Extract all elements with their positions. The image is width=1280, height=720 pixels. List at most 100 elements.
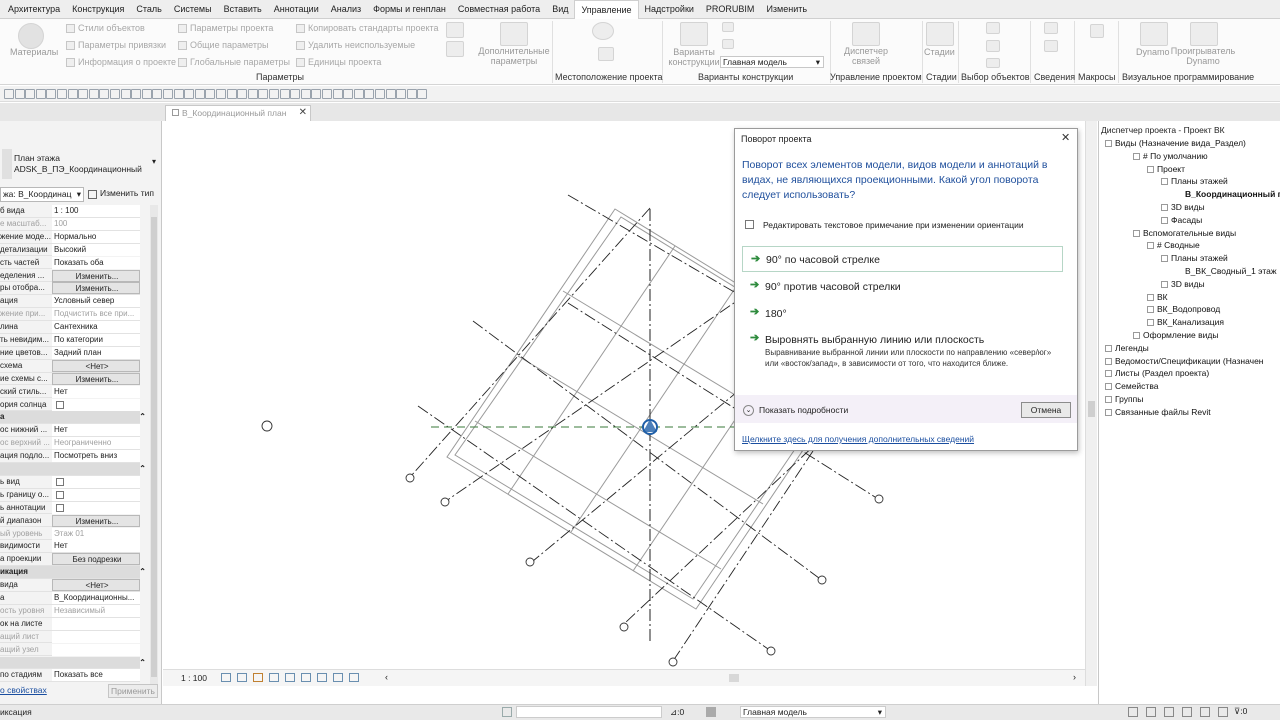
sun-path-icon[interactable] (253, 673, 263, 682)
drag-elements-icon[interactable] (1200, 707, 1210, 717)
property-group-header[interactable]: ⌃ (0, 656, 146, 670)
instance-filter-select[interactable]: жа: В_Координац ▾ (0, 187, 84, 202)
property-value[interactable]: 1 : 100 (52, 205, 140, 217)
dynamo-icon[interactable] (1140, 22, 1168, 46)
quick-access-icon[interactable] (406, 89, 417, 99)
visual-style-icon[interactable] (237, 673, 247, 682)
property-value[interactable] (52, 643, 140, 656)
option-pick-icon[interactable] (722, 39, 734, 49)
tree-toggle-icon[interactable] (1161, 255, 1168, 263)
tree-node[interactable]: Фасады (1171, 215, 1202, 225)
quick-access-icon[interactable] (322, 89, 332, 99)
tree-node[interactable]: Листы (Раздел проекта) (1115, 368, 1209, 378)
quick-access-icon[interactable] (163, 89, 173, 99)
scrollbar-thumb[interactable] (151, 217, 157, 677)
horizontal-scrollbar-thumb[interactable] (729, 674, 739, 682)
ribbon-tab[interactable]: Совместная работа (452, 0, 546, 19)
property-checkbox-cell[interactable] (52, 501, 140, 514)
property-checkbox-cell[interactable] (52, 398, 140, 411)
ribbon-tab[interactable]: Управление (574, 0, 639, 19)
property-edit-button[interactable]: Изменить... (52, 282, 140, 295)
detail-level-icon[interactable] (221, 673, 231, 682)
tree-node[interactable]: Оформление виды (1143, 330, 1218, 340)
property-edit-button[interactable]: Без подрезки (52, 553, 140, 566)
quick-access-icon[interactable] (14, 89, 25, 99)
property-value[interactable]: Нет (52, 540, 140, 553)
tree-node[interactable]: Планы этажей (1171, 253, 1228, 263)
tree-toggle-icon[interactable] (1105, 408, 1112, 416)
property-value[interactable]: 100 (52, 217, 140, 230)
quick-access-icon[interactable] (35, 89, 46, 99)
tree-node[interactable]: В_ВК_Сводный_1 этаж (1185, 266, 1277, 276)
tree-toggle-icon[interactable] (1147, 165, 1154, 173)
selection-icon[interactable] (986, 22, 1000, 34)
property-checkbox-cell[interactable] (52, 488, 140, 501)
align-selected-option[interactable]: ➔ Выровнять выбранную линию или плоскост… (742, 329, 1063, 383)
quick-access-icon[interactable] (110, 89, 120, 99)
selection2-icon[interactable] (986, 40, 1000, 52)
tree-node[interactable]: Группы (1115, 394, 1143, 404)
more-info-link[interactable]: Щелкните здесь для получения дополнитель… (742, 434, 974, 444)
view-tab[interactable]: В_Координационный план ✕ (165, 105, 311, 121)
select-underlay-icon[interactable] (1146, 707, 1156, 717)
property-checkbox-cell[interactable] (52, 475, 140, 488)
crop-icon[interactable] (285, 673, 295, 682)
tree-node[interactable]: 3D виды (1171, 279, 1205, 289)
tree-toggle-icon[interactable] (1105, 383, 1112, 391)
chevron-down-icon[interactable]: ▾ (152, 157, 156, 166)
quick-access-icon[interactable] (332, 89, 343, 99)
design-options-icon[interactable] (680, 22, 708, 46)
tree-toggle-icon[interactable] (1161, 204, 1168, 211)
tree-node[interactable]: Планы этажей (1171, 176, 1228, 186)
properties-help-link[interactable]: о свойствах (0, 685, 47, 695)
phases-icon[interactable] (926, 22, 954, 46)
chevron-down-icon[interactable]: ⌄ (743, 405, 754, 416)
project-info-button[interactable]: Информация о проекте (66, 57, 176, 67)
rotate-ccw-option[interactable]: ➔ 90° против часовой стрелки (742, 276, 1063, 298)
quick-access-icon[interactable] (258, 89, 269, 99)
tree-node[interactable]: Семейства (1115, 381, 1158, 391)
edit-type-button[interactable]: Изменить тип (86, 187, 156, 202)
purge-button[interactable]: Удалить неиспользуемые (296, 40, 415, 50)
quick-access-icon[interactable] (67, 89, 78, 99)
quick-access-icon[interactable] (57, 89, 67, 99)
ribbon-tab[interactable]: Вид (546, 0, 574, 19)
property-edit-button[interactable]: Изменить... (52, 372, 140, 385)
quick-access-icon[interactable] (290, 89, 301, 99)
phases-button[interactable]: Стадии (924, 47, 955, 57)
lock-view-icon[interactable] (317, 673, 327, 682)
phase-manager-button[interactable]: Диспетчер связей (838, 46, 894, 66)
property-value[interactable]: Этаж 01 (52, 527, 140, 540)
property-value[interactable]: Нет (52, 385, 140, 398)
transfer-standards-button[interactable]: Копировать стандарты проекта (296, 23, 439, 33)
ribbon-tab[interactable]: Изменить (760, 0, 813, 19)
phase-manager-icon[interactable] (852, 22, 880, 46)
tree-toggle-icon[interactable] (1105, 357, 1112, 365)
quick-access-icon[interactable] (99, 89, 110, 99)
select-links-icon[interactable] (1128, 707, 1138, 717)
scroll-right-icon[interactable]: › (1073, 672, 1076, 682)
tree-toggle-icon[interactable] (1133, 332, 1140, 339)
quick-access-icon[interactable] (226, 89, 237, 99)
tree-toggle-icon[interactable] (1161, 178, 1168, 186)
property-value[interactable]: Неограниченно (52, 437, 140, 450)
dynamo-player-button[interactable]: Проигрыватель Dynamo (1168, 46, 1238, 66)
tree-node[interactable]: # Сводные (1157, 240, 1200, 250)
quick-access-icon[interactable] (247, 89, 258, 99)
quick-access-icon[interactable] (173, 89, 184, 99)
ribbon-tab[interactable]: Системы (168, 0, 218, 19)
property-group-header[interactable]: икация ⌃ (0, 566, 146, 579)
tree-node[interactable]: Проект (1157, 164, 1185, 174)
option-add-icon[interactable] (722, 22, 734, 32)
tree-node[interactable]: ВК (1157, 292, 1168, 302)
property-value[interactable]: Условный север (52, 295, 140, 308)
quick-access-icon[interactable] (269, 89, 279, 99)
quick-access-icon[interactable] (205, 89, 216, 99)
quick-access-icon[interactable] (88, 89, 99, 99)
global-params-button[interactable]: Глобальные параметры (178, 57, 290, 67)
quick-access-icon[interactable] (300, 89, 311, 99)
quick-access-icon[interactable] (184, 89, 195, 99)
quick-access-icon[interactable] (4, 89, 14, 99)
quick-access-icon[interactable] (25, 89, 36, 99)
property-value[interactable]: Показать оба (52, 256, 140, 269)
